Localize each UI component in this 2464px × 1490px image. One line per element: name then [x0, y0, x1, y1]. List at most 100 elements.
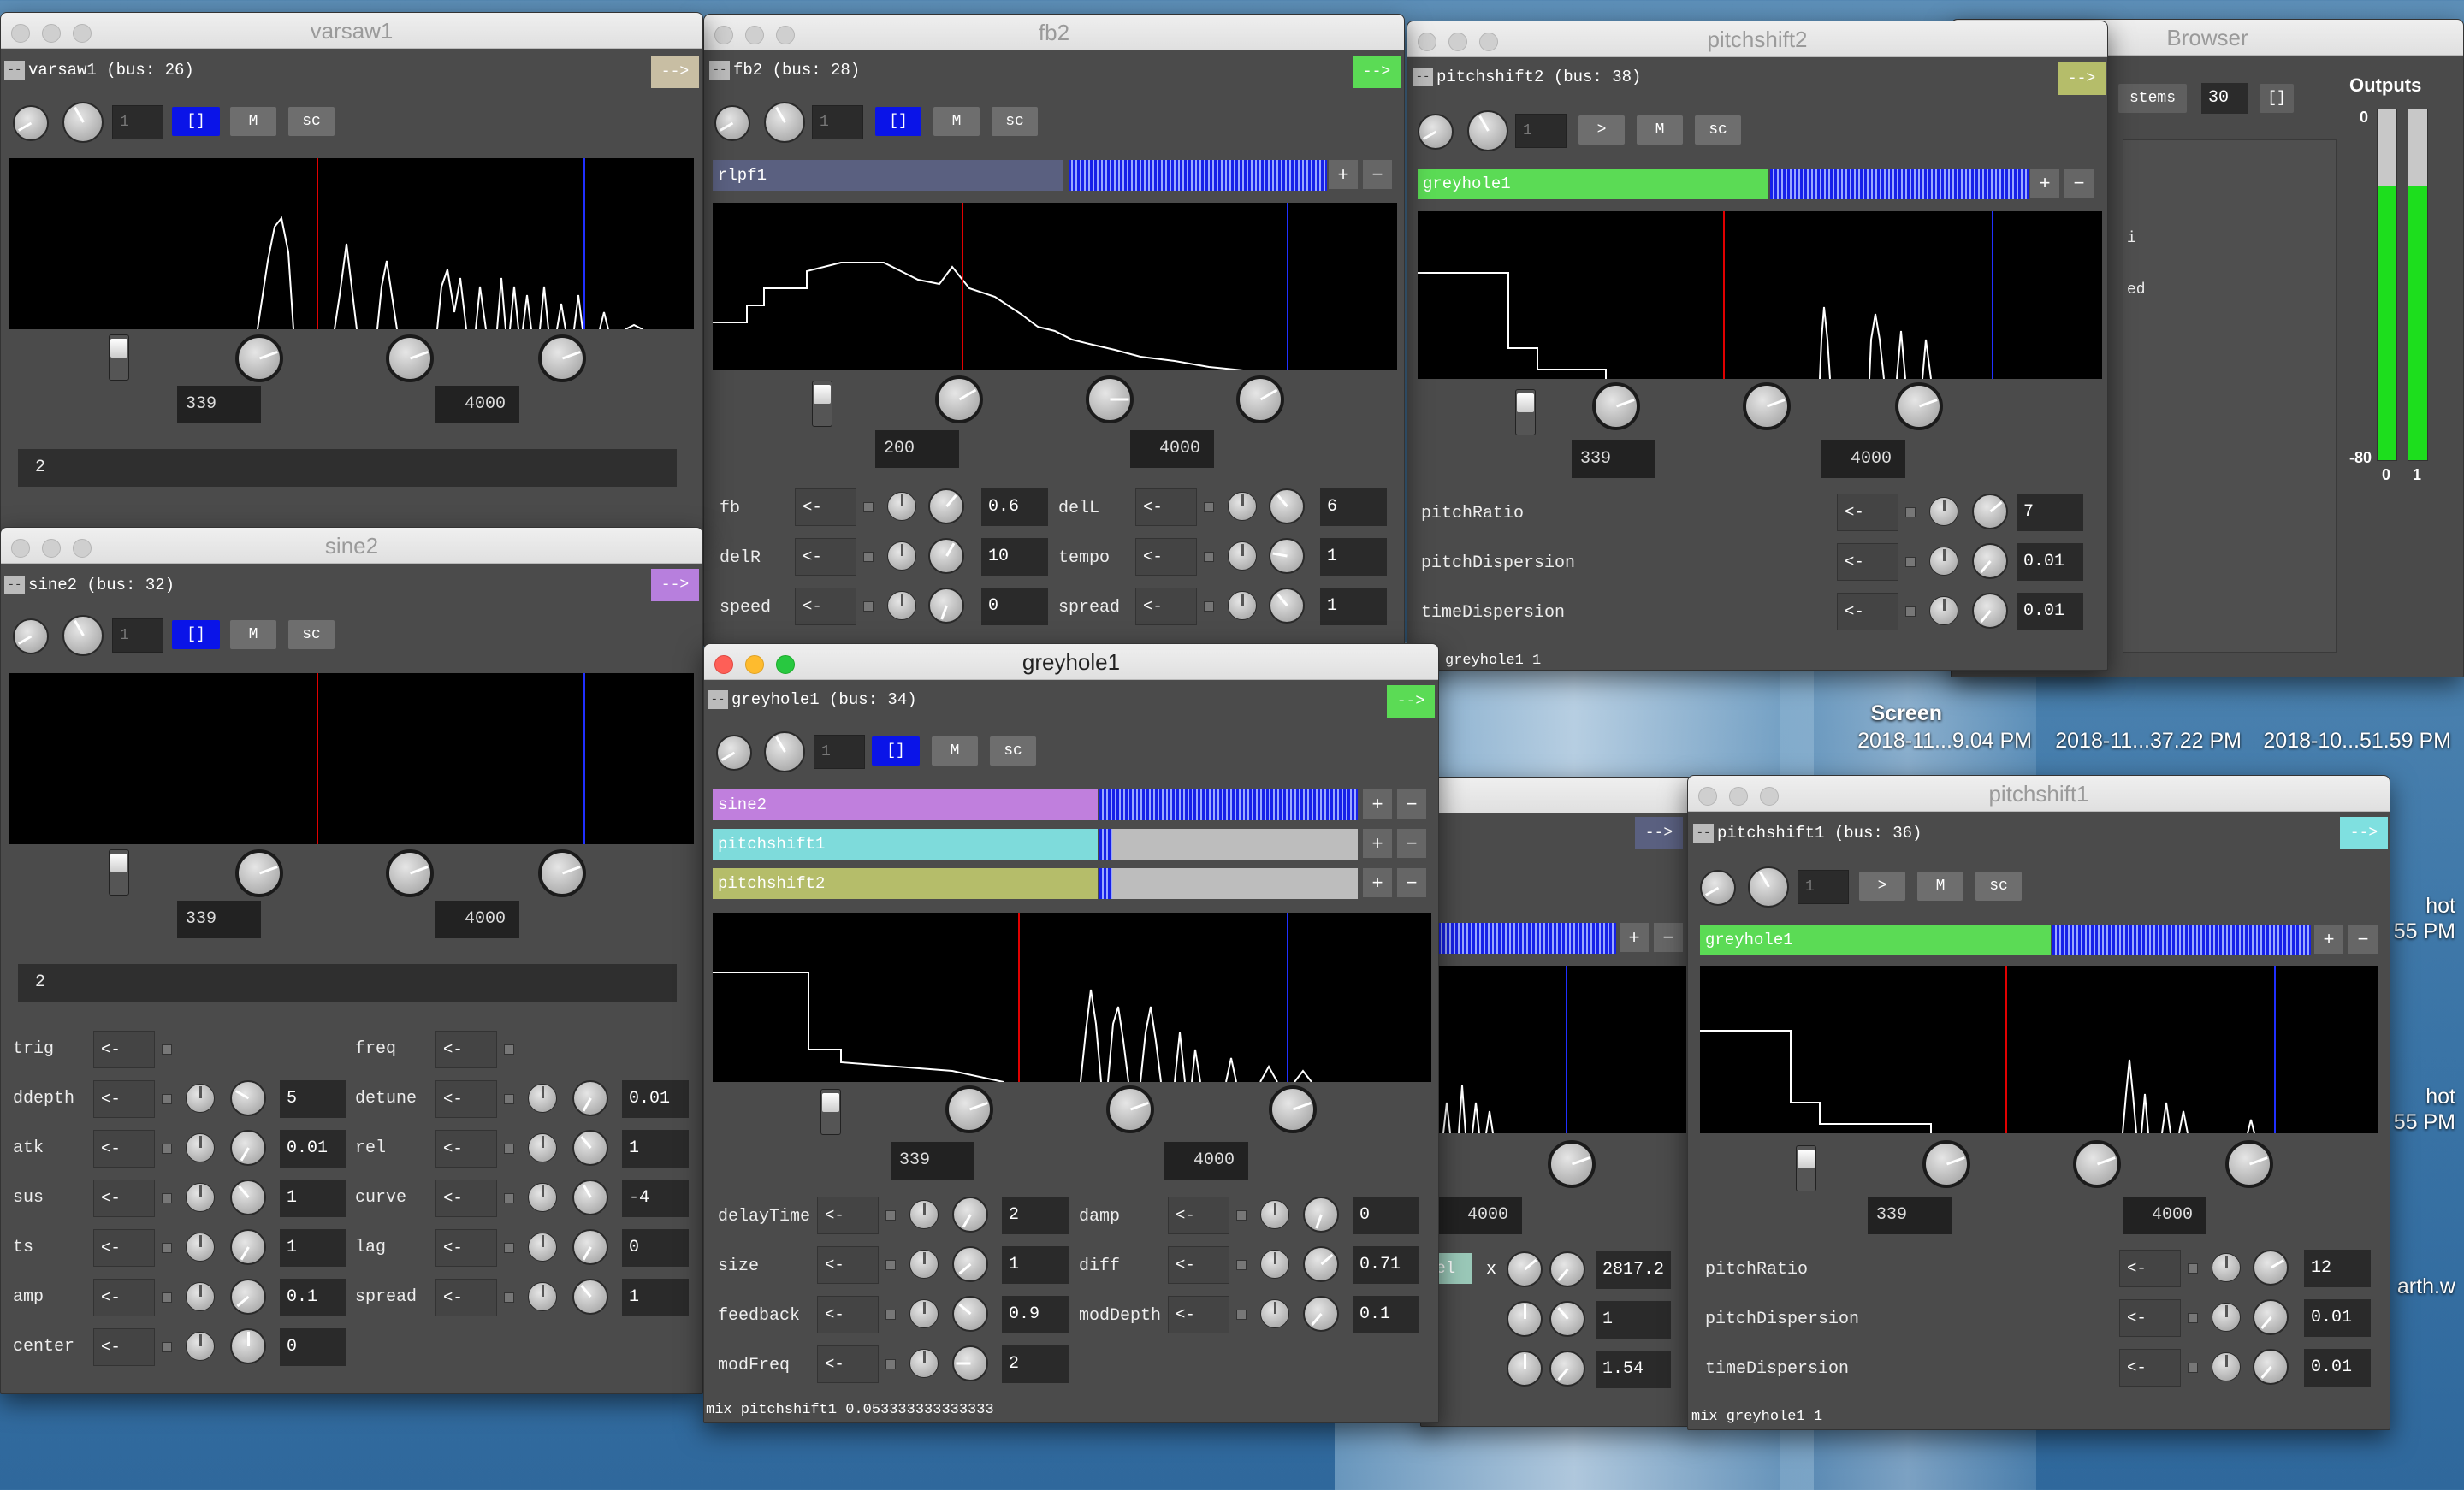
- filter-knob[interactable]: [235, 334, 283, 382]
- scope-button[interactable]: sc: [1695, 115, 1741, 145]
- filter-knob[interactable]: [1743, 382, 1791, 430]
- param-knob[interactable]: [928, 588, 964, 624]
- input-bus-pitchshift1[interactable]: pitchshift1: [713, 829, 1098, 860]
- param-mod-knob[interactable]: [2212, 1253, 2241, 1282]
- param-knob[interactable]: [1507, 1301, 1543, 1337]
- filter-knob[interactable]: [1592, 382, 1640, 430]
- remove-input-button[interactable]: −: [1654, 923, 1683, 952]
- param-toggle[interactable]: [162, 1193, 172, 1203]
- volume-knob[interactable]: [714, 105, 750, 141]
- gain-slider[interactable]: [812, 381, 832, 427]
- voice-count-bar[interactable]: 2: [18, 449, 677, 487]
- param-mod-knob[interactable]: [186, 1332, 215, 1361]
- param-toggle[interactable]: [886, 1210, 896, 1221]
- param-knob[interactable]: [572, 1229, 608, 1265]
- voice-count-bar[interactable]: 2: [18, 964, 677, 1002]
- param-arrow-button[interactable]: <-: [93, 1080, 155, 1118]
- param-value-pitchdispersion[interactable]: 0.01: [2017, 543, 2083, 581]
- remove-input-button[interactable]: −: [1363, 160, 1392, 189]
- varsaw1-titlebar[interactable]: varsaw1: [1, 13, 702, 49]
- collapse-button[interactable]: --: [1413, 68, 1433, 86]
- add-input-button[interactable]: +: [1620, 923, 1649, 952]
- param-mod-knob[interactable]: [528, 1282, 557, 1311]
- volume-knob[interactable]: [1700, 870, 1736, 906]
- param-knob[interactable]: [572, 1130, 608, 1166]
- mute-button[interactable]: M: [230, 107, 276, 136]
- param-mod-knob[interactable]: [909, 1200, 939, 1229]
- param-arrow-button[interactable]: <-: [1168, 1197, 1229, 1234]
- scope-button[interactable]: sc: [990, 736, 1036, 766]
- param-knob[interactable]: [2253, 1349, 2289, 1385]
- output-arrow-button[interactable]: -->: [651, 569, 699, 601]
- input-bus-pitchshift2[interactable]: pitchshift2: [713, 868, 1098, 899]
- low-freq-field[interactable]: 339: [891, 1142, 974, 1180]
- add-input-button[interactable]: +: [1363, 829, 1392, 858]
- param-mod-knob[interactable]: [1228, 591, 1257, 620]
- param-knob[interactable]: [1507, 1251, 1543, 1287]
- param-knob[interactable]: [230, 1279, 266, 1315]
- param-mod-knob[interactable]: [528, 1084, 557, 1113]
- pan-knob[interactable]: [1748, 866, 1789, 908]
- param-knob[interactable]: [1972, 494, 2008, 529]
- param-mod-knob[interactable]: [909, 1250, 939, 1279]
- param-value-curve[interactable]: -4: [622, 1180, 689, 1217]
- desktop-file-stamp[interactable]: 2018-10...51.59 PM: [2250, 729, 2451, 754]
- param-value-pitchratio[interactable]: 12: [2304, 1250, 2371, 1287]
- param-knob[interactable]: [952, 1197, 988, 1233]
- param-knob[interactable]: [230, 1080, 266, 1116]
- param-toggle[interactable]: [1905, 507, 1916, 517]
- sine2-titlebar[interactable]: sine2: [1, 528, 702, 564]
- param-arrow-button[interactable]: <-: [1168, 1296, 1229, 1333]
- param-mod-knob[interactable]: [186, 1282, 215, 1311]
- gain-slider[interactable]: [109, 849, 129, 896]
- channel-number-field[interactable]: 1: [112, 618, 163, 653]
- param-toggle[interactable]: [1204, 601, 1214, 612]
- param-knob[interactable]: [928, 488, 964, 524]
- param-knob[interactable]: [572, 1279, 608, 1315]
- pan-knob[interactable]: [764, 731, 805, 772]
- param-toggle[interactable]: [1204, 552, 1214, 562]
- param-knob[interactable]: [2253, 1299, 2289, 1335]
- param-value-pitchratio[interactable]: 7: [2017, 494, 2083, 531]
- collapse-button[interactable]: --: [708, 690, 728, 709]
- filter-knob[interactable]: [235, 849, 283, 897]
- bracket-button[interactable]: []: [172, 107, 220, 136]
- param-arrow-button[interactable]: <-: [93, 1130, 155, 1168]
- param-mod-knob[interactable]: [1929, 596, 1958, 625]
- param-mod-knob[interactable]: [887, 541, 916, 571]
- volume-knob[interactable]: [716, 735, 752, 771]
- filter-knob[interactable]: [1548, 1140, 1596, 1188]
- param-knob[interactable]: [1507, 1351, 1543, 1387]
- param-mod-knob[interactable]: [1228, 492, 1257, 521]
- pitchshift1-titlebar[interactable]: pitchshift1: [1688, 776, 2390, 812]
- pan-knob[interactable]: [1467, 110, 1508, 151]
- param-mod-knob[interactable]: [2212, 1303, 2241, 1332]
- param-value-delaytime[interactable]: 2: [1002, 1197, 1069, 1234]
- output-arrow-button[interactable]: -->: [1387, 685, 1435, 718]
- param-toggle[interactable]: [162, 1243, 172, 1253]
- mute-button[interactable]: M: [933, 107, 980, 136]
- channel-number-field[interactable]: 1: [112, 105, 163, 139]
- filter-knob[interactable]: [2225, 1140, 2273, 1188]
- low-freq-field[interactable]: 200: [875, 430, 959, 468]
- filter-knob[interactable]: [1086, 375, 1134, 423]
- param-mod-knob[interactable]: [1929, 497, 1958, 526]
- param-mod-knob[interactable]: [887, 492, 916, 521]
- param-value-dell[interactable]: 6: [1320, 488, 1387, 526]
- param-value-fb[interactable]: 0.6: [981, 488, 1048, 526]
- collapse-button[interactable]: --: [4, 576, 25, 594]
- param-toggle[interactable]: [886, 1359, 896, 1369]
- param-knob[interactable]: [230, 1130, 266, 1166]
- param-value-damp[interactable]: 0: [1353, 1197, 1419, 1234]
- param-knob[interactable]: [1269, 538, 1305, 574]
- param-knob[interactable]: [572, 1080, 608, 1116]
- param-toggle[interactable]: [1236, 1260, 1247, 1270]
- fb2-titlebar[interactable]: fb2: [704, 15, 1404, 50]
- add-input-button[interactable]: +: [2314, 925, 2343, 954]
- output-arrow-button[interactable]: -->: [2340, 817, 2388, 849]
- add-input-button[interactable]: +: [1363, 868, 1392, 897]
- play-button[interactable]: >: [1859, 872, 1905, 901]
- param-knob[interactable]: [572, 1180, 608, 1215]
- scope-button[interactable]: sc: [1975, 872, 2022, 901]
- param-arrow-button[interactable]: <-: [435, 1180, 497, 1217]
